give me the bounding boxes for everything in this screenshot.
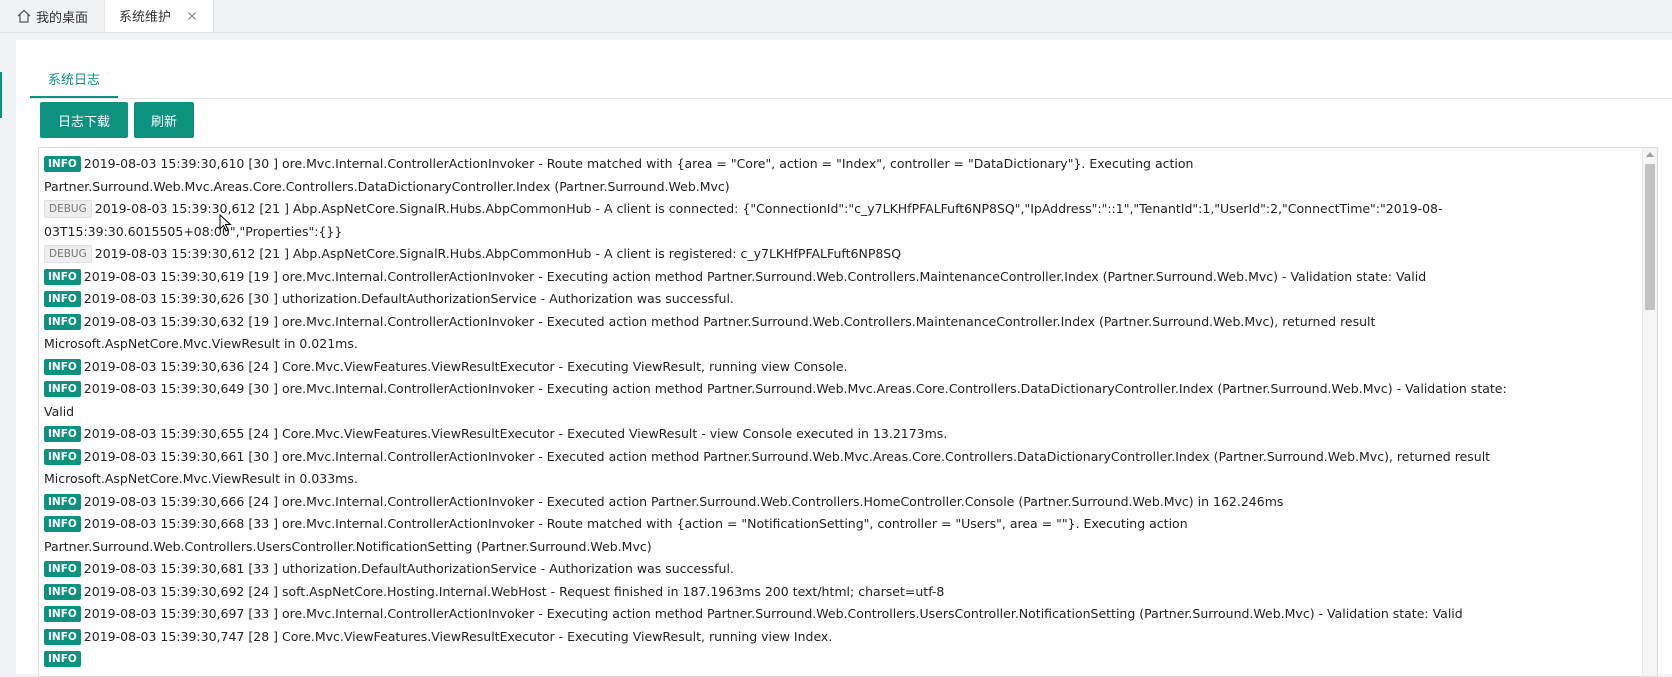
log-level-badge: INFO <box>44 313 81 330</box>
log-level-badge: INFO <box>44 606 81 622</box>
log-line: DEBUG 2019-08-03 15:39:30,612 [21 ] Abp.A… <box>44 198 1534 243</box>
log-line: INFO 2019-08-03 15:39:30,649 [30 ] ore.Mv… <box>44 378 1534 423</box>
log-level-badge: INFO <box>44 516 81 532</box>
log-level-badge: INFO <box>44 358 81 375</box>
tab-system-log[interactable]: 系统日志 <box>30 60 119 98</box>
log-line: INFO 2019-08-03 15:39:30,681 [33 ] uthori… <box>44 558 1534 581</box>
tab-active-label: 系统维护 <box>119 10 172 25</box>
log-level-badge: INFO <box>44 426 81 442</box>
scrollbar[interactable] <box>1642 148 1657 676</box>
refresh-button[interactable]: 刷新 <box>134 102 194 138</box>
tab-home-label: 我的桌面 <box>36 10 89 26</box>
log-list: INFO 2019-08-03 15:39:30,610 [30 ] ore.Mv… <box>44 153 1534 671</box>
log-text: 2019-08-03 15:39:30,661 [30 ] ore.Mvc.In… <box>44 448 1491 487</box>
main-panel: 系统日志 日志下载 刷新 INFO 2019-08-03 15:39:30,610… <box>16 40 1672 677</box>
log-line: INFO 2019-08-03 15:39:30,697 [33 ] ore.Mv… <box>44 603 1534 626</box>
log-text: 2019-08-03 15:39:30,747 [28 ] Core.Mvc.V… <box>83 628 833 644</box>
log-level-badge: INFO <box>44 651 81 667</box>
log-text: 2019-08-03 15:39:30,697 [33 ] ore.Mvc.In… <box>83 606 1463 621</box>
sidebar-edge-indicator <box>0 72 2 118</box>
log-level-badge: INFO <box>44 628 81 645</box>
close-icon[interactable] <box>185 9 199 23</box>
log-line: INFO 2019-08-03 15:39:30,619 [19 ] ore.Mv… <box>44 266 1534 289</box>
log-viewer[interactable]: INFO 2019-08-03 15:39:30,610 [30 ] ore.Mv… <box>38 147 1658 677</box>
log-text: 2019-08-03 15:39:30,655 [24 ] Core.Mvc.V… <box>83 426 948 441</box>
log-text: 2019-08-03 15:39:30,612 [21 ] Abp.AspNet… <box>44 201 1443 239</box>
log-text: 2019-08-03 15:39:30,626 [30 ] uthorizati… <box>83 291 734 306</box>
log-level-badge: INFO <box>44 583 81 600</box>
home-icon <box>17 9 31 23</box>
log-line: INFO 2019-08-03 15:39:30,632 [19 ] ore.Mv… <box>44 311 1534 356</box>
log-text: 2019-08-03 15:39:30,612 [21 ] Abp.AspNet… <box>94 246 902 261</box>
log-level-badge: INFO <box>44 156 81 172</box>
log-line: INFO 2019-08-03 15:39:30,655 [24 ] Core.M… <box>44 423 1534 446</box>
mouse-cursor-icon <box>219 214 232 232</box>
log-text: 2019-08-03 15:39:30,668 [33 ] ore.Mvc.In… <box>44 516 1188 554</box>
subtab-bar: 系统日志 <box>30 60 1672 99</box>
log-line: INFO 2019-08-03 15:39:30,610 [30 ] ore.Mv… <box>44 153 1534 198</box>
log-level-badge: INFO <box>44 268 81 285</box>
tab-system-maintenance[interactable]: 系统维护 <box>104 0 215 32</box>
log-level-badge: INFO <box>44 561 81 577</box>
tab-bar: 我的桌面 系统维护 <box>0 0 1672 33</box>
log-text: 2019-08-03 15:39:30,632 [19 ] ore.Mvc.In… <box>44 313 1376 352</box>
download-log-button[interactable]: 日志下载 <box>40 102 128 138</box>
log-text: 2019-08-03 15:39:30,619 [19 ] ore.Mvc.In… <box>83 268 1427 284</box>
log-line: INFO 2019-08-03 15:39:30,668 [33 ] ore.Mv… <box>44 513 1534 558</box>
log-line: INFO 2019-08-03 15:39:30,626 [30 ] uthori… <box>44 288 1534 311</box>
log-line: DEBUG 2019-08-03 15:39:30,612 [21 ] Abp.A… <box>44 243 1534 266</box>
log-line: INFO <box>44 648 1534 671</box>
tab-home[interactable]: 我的桌面 <box>0 0 104 32</box>
log-level-badge: INFO <box>44 493 81 510</box>
log-line: INFO 2019-08-03 15:39:30,636 [24 ] Core.M… <box>44 356 1534 379</box>
log-text: 2019-08-03 15:39:30,692 [24 ] soft.AspNe… <box>83 583 945 599</box>
log-level-badge: INFO <box>44 291 81 307</box>
log-line: INFO 2019-08-03 15:39:30,666 [24 ] ore.Mv… <box>44 491 1534 514</box>
log-text: 2019-08-03 15:39:30,636 [24 ] Core.Mvc.V… <box>83 358 848 374</box>
log-text: 2019-08-03 15:39:30,666 [24 ] ore.Mvc.In… <box>83 493 1284 509</box>
log-level-badge: DEBUG <box>44 200 92 218</box>
log-line: INFO 2019-08-03 15:39:30,661 [30 ] ore.Mv… <box>44 446 1534 491</box>
scroll-up-arrow-icon[interactable] <box>1646 152 1654 157</box>
log-level-badge: INFO <box>44 448 81 465</box>
scroll-thumb[interactable] <box>1645 164 1655 310</box>
log-text: 2019-08-03 15:39:30,649 [30 ] ore.Mvc.In… <box>44 381 1507 419</box>
log-text: 2019-08-03 15:39:30,681 [33 ] uthorizati… <box>83 561 734 576</box>
log-level-badge: DEBUG <box>44 245 92 263</box>
log-level-badge: INFO <box>44 381 81 397</box>
log-line: INFO 2019-08-03 15:39:30,747 [28 ] Core.M… <box>44 626 1534 649</box>
log-line: INFO 2019-08-03 15:39:30,692 [24 ] soft.A… <box>44 581 1534 604</box>
log-text: 2019-08-03 15:39:30,610 [30 ] ore.Mvc.In… <box>44 156 1194 194</box>
